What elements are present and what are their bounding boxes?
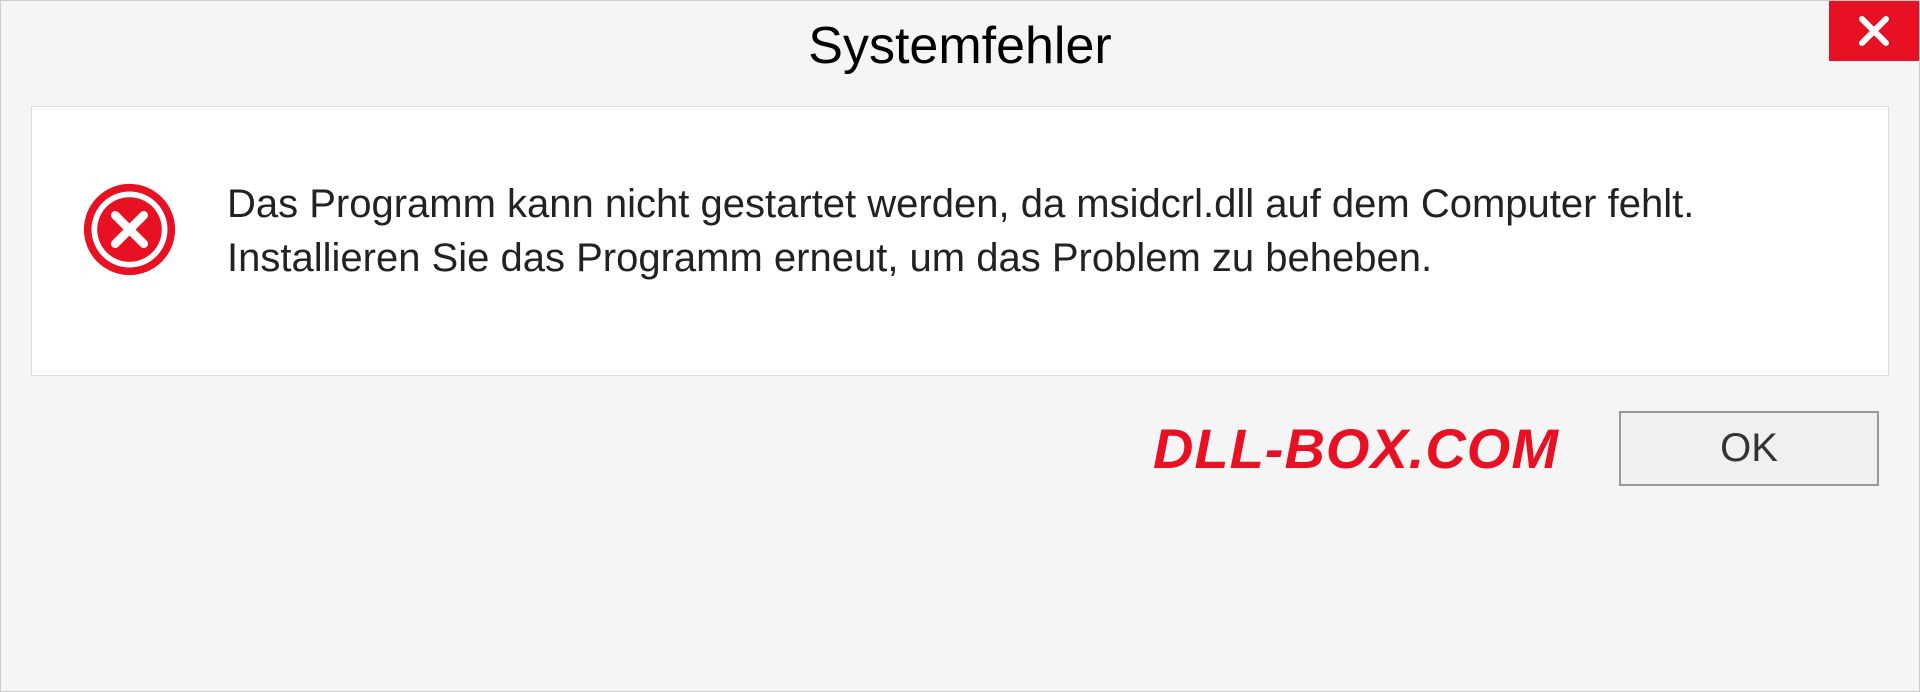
dialog-title: Systemfehler xyxy=(808,16,1111,76)
ok-button[interactable]: OK xyxy=(1619,411,1879,486)
close-button[interactable] xyxy=(1829,1,1919,61)
watermark-text: DLL-BOX.COM xyxy=(1153,416,1559,481)
error-icon xyxy=(82,182,177,277)
dialog-footer: DLL-BOX.COM OK xyxy=(1,391,1919,511)
error-message: Das Programm kann nicht gestartet werden… xyxy=(227,177,1838,285)
error-dialog: Systemfehler Das Programm kann nicht ges… xyxy=(0,0,1920,692)
title-bar: Systemfehler xyxy=(1,1,1919,91)
close-icon xyxy=(1856,13,1892,49)
content-area: Das Programm kann nicht gestartet werden… xyxy=(31,106,1889,376)
